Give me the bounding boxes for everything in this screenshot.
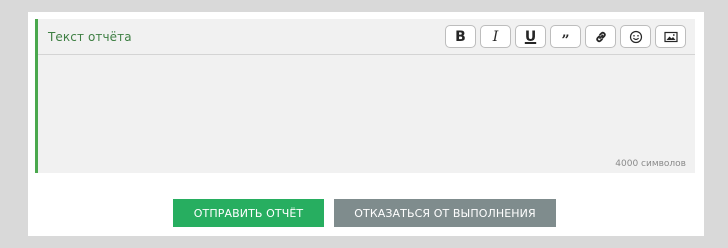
report-panel: Текст отчёта B I U ” 4000 символов ОТПРА… xyxy=(28,12,704,236)
report-text-area[interactable]: 4000 символов xyxy=(38,55,695,173)
link-icon xyxy=(594,30,608,44)
bold-button[interactable]: B xyxy=(445,25,476,48)
char-counter: 4000 символов xyxy=(615,159,686,169)
quote-button[interactable]: ” xyxy=(550,25,581,48)
submit-report-button[interactable]: ОТПРАВИТЬ ОТЧЁТ xyxy=(173,199,324,227)
underline-button[interactable]: U xyxy=(515,25,546,48)
smiley-icon xyxy=(629,30,643,44)
image-button[interactable] xyxy=(655,25,686,48)
link-button[interactable] xyxy=(585,25,616,48)
quote-icon: ” xyxy=(561,32,570,49)
italic-button[interactable]: I xyxy=(480,25,511,48)
emoji-button[interactable] xyxy=(620,25,651,48)
formatting-buttons: B I U ” xyxy=(445,25,686,48)
report-editor: Текст отчёта B I U ” 4000 символов xyxy=(35,19,695,173)
decline-task-button[interactable]: ОТКАЗАТЬСЯ ОТ ВЫПОЛНЕНИЯ xyxy=(334,199,556,227)
editor-toolbar: Текст отчёта B I U ” xyxy=(38,19,695,55)
image-icon xyxy=(663,31,678,43)
editor-title: Текст отчёта xyxy=(48,30,132,44)
underline-icon: U xyxy=(524,28,537,45)
italic-icon: I xyxy=(492,28,499,45)
bold-icon: B xyxy=(455,28,466,45)
